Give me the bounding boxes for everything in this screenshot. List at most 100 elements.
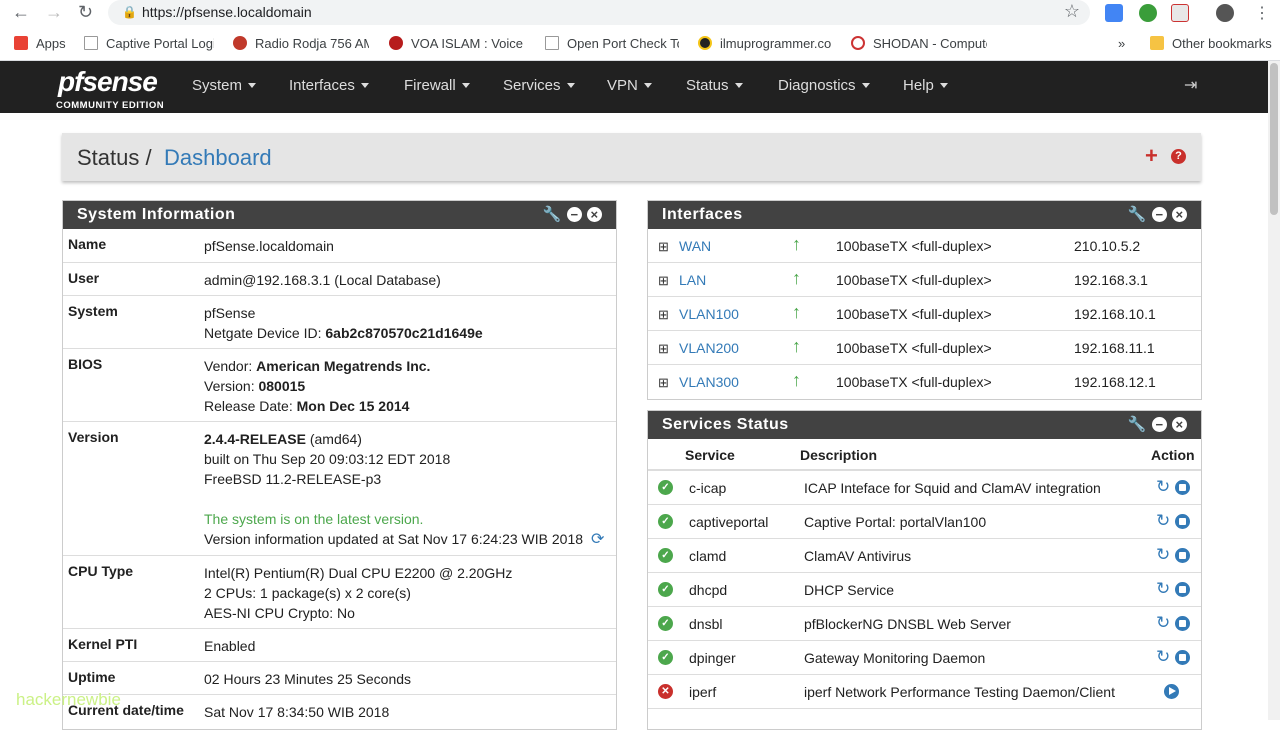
interface-ip: 192.168.3.1 (1074, 272, 1148, 288)
bookmark-radio-rodja[interactable]: Radio Rodja 756 AM (233, 36, 369, 51)
wrench-icon[interactable]: 🔧 (543, 205, 562, 223)
add-widget-icon[interactable]: + (1145, 143, 1158, 169)
interface-row: ⊞ VLAN300 ↑ 100baseTX <full-duplex> 192.168.… (648, 365, 1201, 399)
update-status: The system is on the latest version. (204, 511, 424, 527)
menu-services[interactable]: Services (503, 77, 575, 94)
release-arch: (amd64) (305, 431, 362, 447)
menu-vpn[interactable]: VPN (607, 77, 652, 94)
stop-icon[interactable] (1175, 480, 1190, 495)
globe-extension-icon[interactable] (1139, 4, 1157, 22)
wrench-icon[interactable]: 🔧 (1128, 205, 1147, 223)
menu-diagnostics[interactable]: Diagnostics (778, 77, 870, 94)
row-value: Enabled (204, 638, 256, 654)
close-icon[interactable]: × (1172, 417, 1187, 432)
bookmark-open-port[interactable]: Open Port Check Too (545, 36, 679, 51)
interface-link[interactable]: WAN (679, 238, 711, 254)
cpu-crypto: AES-NI CPU Crypto: No (204, 605, 355, 621)
minimize-icon[interactable]: − (567, 207, 582, 222)
row-value: 02 Hours 23 Minutes 25 Seconds (204, 671, 412, 687)
minimize-icon[interactable]: − (1152, 207, 1167, 222)
minimize-icon[interactable]: − (1152, 417, 1167, 432)
menu-system[interactable]: System (192, 77, 257, 94)
stop-icon[interactable] (1175, 616, 1190, 631)
restart-icon[interactable]: ↻ (1156, 545, 1170, 565)
bookmark-apps[interactable]: Apps (14, 36, 66, 51)
bookmark-label: Radio Rodja 756 AM (255, 36, 369, 51)
version-check-time: Version information updated at Sat Nov 1… (204, 531, 584, 547)
stop-icon[interactable] (1175, 650, 1190, 665)
row-value: Intel(R) Pentium(R) Dual CPU E2200 @ 2.2… (204, 563, 512, 623)
restart-icon[interactable]: ↻ (1156, 613, 1170, 633)
info-row-kernel-pti: Kernel PTI Enabled (63, 629, 616, 662)
reload-icon[interactable]: ↻ (78, 2, 93, 23)
logout-icon[interactable]: ⇥ (1184, 75, 1197, 95)
system-product: pfSense (204, 305, 256, 321)
service-name: iperf (689, 684, 717, 700)
service-row: ✓ captiveportal Captive Portal: portalVlan… (648, 505, 1201, 539)
breadcrumb-page[interactable]: Dashboard (164, 145, 272, 171)
service-row: ✓ dhcpd DHCP Service ↻ (648, 573, 1201, 607)
restart-icon[interactable]: ↻ (1156, 511, 1170, 531)
network-icon: ⊞ (658, 375, 669, 390)
restart-icon[interactable]: ↻ (1156, 477, 1170, 497)
menu-interfaces[interactable]: Interfaces (289, 77, 369, 94)
scrollbar-thumb[interactable] (1270, 63, 1278, 215)
bookmarks-more[interactable]: » (1118, 36, 1125, 51)
stop-icon[interactable] (1175, 514, 1190, 529)
menu-firewall[interactable]: Firewall (404, 77, 470, 94)
interface-row: ⊞ VLAN200 ↑ 100baseTX <full-duplex> 192.168.… (648, 331, 1201, 365)
menu-status[interactable]: Status (686, 77, 743, 94)
interface-link[interactable]: VLAN200 (679, 340, 739, 356)
build-date: built on Thu Sep 20 09:03:12 EDT 2018 (204, 451, 451, 467)
address-bar[interactable]: 🔒 https://pfsense.localdomain ☆ (108, 0, 1090, 25)
translate-extension-icon[interactable] (1105, 4, 1123, 22)
info-row-user: User admin@192.168.3.1 (Local Database) (63, 263, 616, 296)
row-value: pfSense Netgate Device ID: 6ab2c870570c21… (204, 303, 483, 343)
calendar-extension-icon[interactable] (1171, 4, 1189, 22)
interface-link[interactable]: VLAN100 (679, 306, 739, 322)
bookmark-star-icon[interactable]: ☆ (1064, 1, 1080, 22)
stop-icon[interactable] (1175, 548, 1190, 563)
browser-menu-icon[interactable]: ⋮ (1254, 3, 1270, 23)
bookmark-captive-portal[interactable]: Captive Portal Login (84, 36, 214, 51)
close-icon[interactable]: × (1172, 207, 1187, 222)
interfaces-panel: Interfaces 🔧 − × ⊞ WAN ↑ 100baseTX <full-dupl… (647, 200, 1202, 400)
menu-label: Diagnostics (778, 77, 856, 94)
bios-vendor-label: Vendor: (204, 358, 257, 374)
help-icon[interactable]: ? (1171, 149, 1186, 164)
forward-icon[interactable]: → (45, 2, 63, 23)
wrench-icon[interactable]: 🔧 (1128, 415, 1147, 433)
back-icon[interactable]: ← (12, 2, 30, 23)
cpu-cores: 2 CPUs: 1 package(s) x 2 core(s) (204, 585, 411, 601)
page-icon (545, 36, 559, 50)
row-label: Uptime (68, 669, 116, 685)
bookmark-label: SHODAN - Compute (873, 36, 987, 51)
network-icon: ⊞ (658, 307, 669, 322)
pfsense-logo[interactable]: pfsense COMMUNITY EDITION (56, 66, 166, 111)
close-icon[interactable]: × (587, 207, 602, 222)
bookmark-ilmuprogrammer[interactable]: ilmuprogrammer.com (698, 36, 832, 51)
panel-header: System Information 🔧 − × (63, 201, 616, 229)
watermark: hackernewbie (16, 690, 121, 709)
page-scrollbar[interactable] (1268, 61, 1280, 720)
refresh-icon[interactable]: ⟳ (591, 529, 604, 549)
status-up-icon: ↑ (792, 234, 801, 254)
interface-link[interactable]: VLAN300 (679, 374, 739, 390)
column-header-description: Description (800, 447, 878, 463)
info-row-datetime: Current date/time Sat Nov 17 8:34:50 WIB… (63, 695, 616, 728)
status-up-icon: ↑ (792, 302, 801, 322)
bookmark-other[interactable]: Other bookmarks (1150, 36, 1272, 51)
bookmark-shodan[interactable]: SHODAN - Compute (851, 36, 987, 51)
restart-icon[interactable]: ↻ (1156, 647, 1170, 667)
service-description: DHCP Service (804, 582, 894, 598)
interface-media: 100baseTX <full-duplex> (836, 340, 992, 356)
stop-icon[interactable] (1175, 582, 1190, 597)
restart-icon[interactable]: ↻ (1156, 579, 1170, 599)
row-label: Kernel PTI (68, 636, 138, 652)
start-icon[interactable] (1164, 684, 1179, 699)
service-row: ✓ clamd ClamAV Antivirus ↻ (648, 539, 1201, 573)
interface-link[interactable]: LAN (679, 272, 706, 288)
bookmark-voa-islam[interactable]: VOA ISLAM : Voice of (389, 36, 525, 51)
profile-avatar[interactable] (1216, 4, 1234, 22)
menu-help[interactable]: Help (903, 77, 948, 94)
